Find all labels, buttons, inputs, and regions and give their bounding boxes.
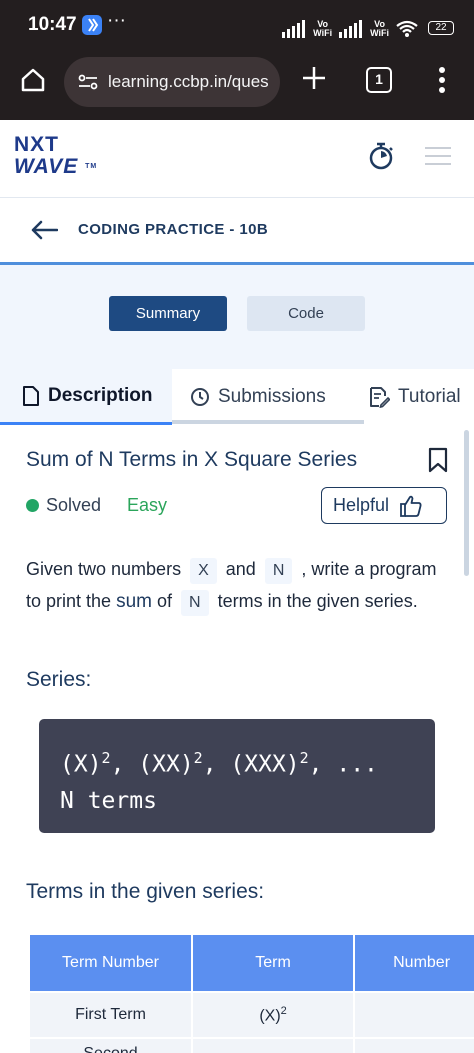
solved-status-dot: [26, 499, 39, 512]
scrollbar-thumb[interactable]: [464, 430, 469, 576]
bookmark-icon[interactable]: [428, 447, 448, 473]
inline-code-x: X: [190, 558, 217, 584]
inline-code-n-2: N: [181, 590, 209, 616]
helpful-button[interactable]: Helpful: [321, 487, 447, 524]
table-cell: Second: [30, 1039, 192, 1053]
back-arrow-icon[interactable]: [30, 220, 58, 240]
status-bar: 10:47 ··· Vo WiFi Vo WiFi 22: [0, 0, 474, 50]
nxtwave-logo[interactable]: NXT WAVE TM: [14, 134, 97, 178]
tab-description-label: Description: [48, 384, 153, 406]
problem-statement: Given two numbers X and N , write a prog…: [26, 553, 446, 618]
table-header-row: Term Number Term Number: [30, 935, 474, 991]
address-bar[interactable]: learning.ccbp.in/ques: [64, 57, 280, 107]
signal-icon: [282, 20, 306, 38]
tab-tutorial[interactable]: Tutorial: [368, 369, 461, 425]
home-icon[interactable]: [20, 67, 46, 93]
table-header: Term Number: [30, 935, 192, 991]
keyword-sum: sum: [116, 591, 152, 612]
tab-submissions[interactable]: Submissions: [190, 369, 326, 425]
document-icon: [23, 385, 39, 406]
app-header: NXT WAVE TM: [0, 120, 474, 198]
vowifi-label: Vo WiFi: [313, 19, 333, 38]
helpful-label: Helpful: [333, 495, 390, 515]
description-content: Sum of N Terms in X Square Series Solved…: [0, 425, 474, 1053]
summary-button[interactable]: Summary: [109, 296, 227, 331]
code-button[interactable]: Code: [247, 296, 365, 331]
tab-switcher-button[interactable]: 1: [366, 67, 392, 93]
table-header: Number: [355, 935, 474, 991]
table-row: Second: [30, 1039, 474, 1053]
browser-menu-icon[interactable]: [438, 66, 446, 94]
table-cell: (X)2: [193, 993, 354, 1037]
battery-icon: 22: [428, 21, 454, 35]
tab-description[interactable]: Description: [0, 369, 172, 425]
terms-table: Term Number Term Number First Term (X)2 …: [28, 933, 474, 1053]
table-cell: [355, 1039, 474, 1053]
clock-icon: [191, 388, 209, 406]
tab-strip: Description Submissions Tutorial: [0, 369, 474, 425]
series-heading: Series:: [26, 668, 92, 691]
series-line-2: N terms: [60, 787, 157, 814]
page-title: CODING PRACTICE - 10B: [78, 221, 269, 238]
difficulty-badge: Easy: [127, 495, 168, 515]
notification-app-icon: [82, 15, 102, 35]
table-header: Term: [193, 935, 354, 991]
table-row: First Term (X)2 1: [30, 993, 474, 1037]
table-cell: [193, 1039, 354, 1053]
hamburger-menu-icon[interactable]: [424, 146, 452, 166]
vowifi-label-2: Vo WiFi: [370, 19, 389, 38]
table-cell: 1: [355, 993, 474, 1037]
terms-heading: Terms in the given series:: [26, 880, 265, 903]
tab-submissions-label: Submissions: [218, 386, 326, 407]
series-line-1: (X)2, (XX)2, (XXX)2, ...: [60, 749, 378, 778]
status-time: 10:47: [28, 14, 77, 35]
page-title-row: CODING PRACTICE - 10B: [0, 199, 474, 263]
view-toggle-panel: Summary Code: [0, 265, 474, 369]
url-text: learning.ccbp.in/ques: [108, 72, 269, 91]
tab-tutorial-label: Tutorial: [398, 386, 461, 407]
new-tab-icon[interactable]: [300, 64, 328, 92]
tab-underline: [172, 420, 364, 424]
series-code-block: (X)2, (XX)2, (XXX)2, ... N terms: [39, 719, 435, 833]
signal-icon-2: [339, 20, 363, 38]
thumbs-up-icon: [400, 495, 422, 517]
solved-status-text: Solved: [46, 495, 102, 515]
terms-table-wrapper[interactable]: Term Number Term Number First Term (X)2 …: [28, 933, 474, 1053]
inline-code-n: N: [264, 558, 293, 584]
edit-document-icon: [370, 387, 390, 408]
site-settings-icon[interactable]: [78, 74, 98, 90]
status-more-dots: ···: [107, 10, 126, 31]
status-indicators: Vo WiFi Vo WiFi 22: [282, 12, 454, 38]
stopwatch-icon[interactable]: [368, 142, 394, 170]
browser-toolbar: learning.ccbp.in/ques 1: [0, 50, 474, 120]
table-cell: First Term: [30, 993, 192, 1037]
wifi-icon: [396, 20, 418, 37]
question-title: Sum of N Terms in X Square Series: [26, 448, 358, 471]
